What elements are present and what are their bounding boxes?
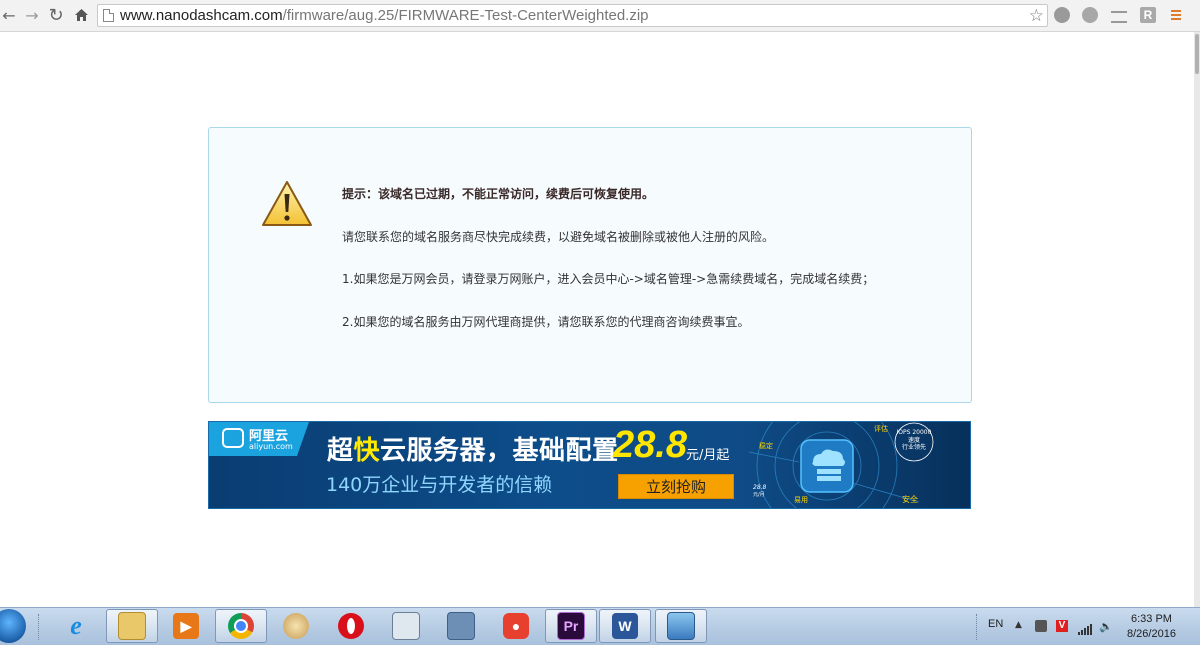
aliyun-cloud-icon	[222, 428, 244, 448]
premiere-icon: Pr	[557, 612, 585, 640]
taskbar-premiere[interactable]: Pr	[545, 609, 597, 643]
bookmark-star-icon[interactable]: ☆	[1029, 6, 1044, 26]
show-hidden-icons-icon[interactable]: ▲	[1015, 620, 1027, 632]
http-extension-icon[interactable]	[1082, 7, 1098, 23]
taskbar-photo-viewer[interactable]	[655, 609, 707, 643]
graphic-label-eval: 评估	[874, 424, 888, 433]
tray-grip	[976, 614, 980, 640]
page-icon	[103, 9, 114, 22]
vertical-scrollbar[interactable]	[1194, 32, 1200, 607]
taskbar-internet-explorer[interactable]: e	[50, 609, 102, 643]
graphic-label-easy: 易用	[794, 496, 808, 504]
graphic-label-leading: 行业领先	[902, 443, 926, 451]
folder-icon	[118, 612, 146, 640]
banner-price: 28.8	[613, 424, 687, 466]
taskbar-word[interactable]: W	[599, 609, 651, 643]
banner-subline: 140万企业与开发者的信赖	[326, 474, 553, 496]
taskbar-paint[interactable]	[270, 609, 322, 643]
photo-viewer-icon	[667, 612, 695, 640]
wave-extension-icon[interactable]	[1111, 11, 1127, 23]
graphic-label-speed: 速度	[908, 436, 920, 444]
aliyun-banner-ad[interactable]: 阿里云 aliyun.com 超快云服务器，基础配置 28.8 元/月起 140…	[208, 421, 971, 509]
graphic-label-stable: 稳定	[759, 441, 773, 450]
notice-line-3: 2.如果您的域名服务由万网代理商提供，请您联系您的代理商咨询续费事宜。	[342, 315, 750, 329]
taskbar-chrome[interactable]	[215, 609, 267, 643]
computer-icon	[447, 612, 475, 640]
antivirus-icon[interactable]: V	[1056, 620, 1068, 632]
taskbar-media-player[interactable]: ▶	[160, 609, 212, 643]
windows-taskbar: e ▶ ● Pr W EN ▲ V 🔈 6:33 PM 8/26/2016	[0, 607, 1200, 645]
server-graphic: IOPS 20000 速度 行业领先 评估 稳定 28.8 元/月 易用 安全	[748, 422, 934, 508]
language-indicator[interactable]: EN	[988, 618, 1003, 630]
clock-date[interactable]: 8/26/2016	[1127, 628, 1176, 640]
calculator-icon	[392, 612, 420, 640]
camera-app-icon: ●	[503, 613, 529, 639]
aliyun-logo[interactable]: 阿里云 aliyun.com	[209, 422, 309, 456]
expired-domain-notice: 提示：该域名已过期，不能正常访问，续费后可恢复使用。 请您联系您的域名服务商尽快…	[208, 127, 972, 403]
url-text[interactable]: www.nanodashcam.com/firmware/aug.25/FIRM…	[120, 7, 649, 24]
warning-icon	[262, 181, 312, 226]
graphic-label-safe: 安全	[902, 494, 918, 504]
r-extension-icon[interactable]: R	[1140, 7, 1156, 23]
taskbar-calculator[interactable]	[380, 609, 432, 643]
back-icon[interactable]: ←	[0, 6, 18, 25]
banner-price-unit: 元/月起	[686, 448, 730, 463]
browser-toolbar: ← → ↻ www.nanodashcam.com/firmware/aug.2…	[0, 0, 1200, 32]
taskbar-screen-capture[interactable]: ●	[490, 609, 542, 643]
clock-time[interactable]: 6:33 PM	[1131, 613, 1172, 625]
forward-icon[interactable]: →	[23, 6, 41, 25]
taskbar-opera[interactable]	[325, 609, 377, 643]
start-button[interactable]	[0, 609, 26, 643]
notice-line-2: 1.如果您是万网会员，请登录万网账户，进入会员中心->域名管理->急需续费域名，…	[342, 272, 875, 286]
banner-headline: 超快云服务器，基础配置	[327, 436, 619, 466]
graphic-label-unit: 元/月	[753, 492, 765, 498]
signal-strength-icon[interactable]	[1078, 620, 1092, 635]
taskbar-file-explorer[interactable]	[106, 609, 158, 643]
globe-extension-icon[interactable]	[1054, 7, 1070, 23]
reload-icon[interactable]: ↻	[47, 5, 65, 26]
media-player-icon: ▶	[173, 613, 199, 639]
taskbar-grip	[38, 614, 42, 640]
graphic-label-price: 28.8	[753, 484, 767, 491]
menu-icon[interactable]	[1168, 7, 1184, 23]
logo-domain: aliyun.com	[249, 442, 293, 451]
buy-now-button[interactable]: 立刻抢购	[618, 474, 734, 499]
address-bar[interactable]: www.nanodashcam.com/firmware/aug.25/FIRM…	[97, 4, 1048, 27]
usb-device-icon[interactable]	[1035, 620, 1047, 632]
word-icon: W	[612, 613, 638, 639]
scrollbar-thumb[interactable]	[1195, 34, 1199, 74]
volume-icon[interactable]: 🔈	[1099, 620, 1113, 633]
internet-explorer-icon: e	[70, 611, 82, 640]
opera-icon	[338, 613, 364, 639]
notice-title: 提示：该域名已过期，不能正常访问，续费后可恢复使用。	[342, 187, 655, 201]
notice-line-1: 请您联系您的域名服务商尽快完成续费，以避免域名被删除或被他人注册的风险。	[342, 230, 775, 244]
graphic-label-iops: IOPS 20000	[897, 429, 932, 436]
home-icon[interactable]	[72, 6, 90, 24]
chrome-icon	[228, 613, 254, 639]
taskbar-network[interactable]	[435, 609, 487, 643]
paint-palette-icon	[283, 613, 309, 639]
